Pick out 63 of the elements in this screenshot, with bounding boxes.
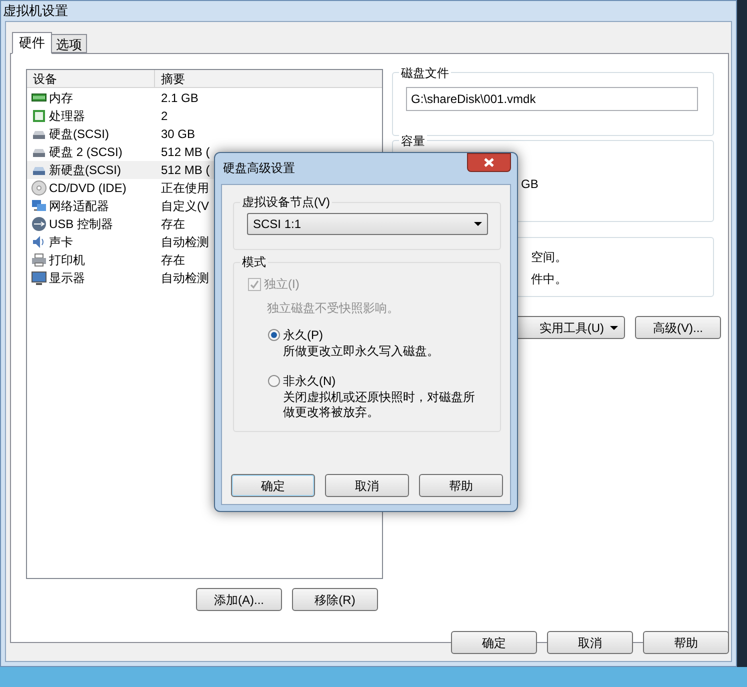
disk-file-field[interactable]: G:\shareDisk\001.vmdk	[406, 87, 698, 111]
add-button[interactable]: 添加(A)...	[196, 588, 282, 611]
device-name: 声卡	[49, 234, 73, 251]
processor-chip-icon	[31, 108, 47, 124]
independent-label: 独立(I)	[264, 276, 300, 293]
dialog-button[interactable]: 帮助	[643, 631, 729, 654]
device-name: 显示器	[49, 270, 85, 287]
dialog-button[interactable]: 帮助	[419, 474, 503, 497]
monitor-icon	[31, 270, 47, 286]
table-row[interactable]: 硬盘 2 (SCSI) 512 MB (	[27, 143, 382, 161]
dialog-title: 硬盘高级设置	[223, 160, 295, 177]
info-text: 空间。	[531, 249, 567, 266]
device-name: 新硬盘(SCSI)	[49, 162, 121, 179]
dialog-button[interactable]: 取消	[547, 631, 633, 654]
table-row[interactable]: 处理器 2	[27, 107, 382, 125]
device-name: 网络适配器	[49, 198, 109, 215]
dropdown-arrow-icon	[474, 222, 482, 226]
device-summary: 2.1 GB	[160, 90, 198, 107]
dialog-button[interactable]: 确定	[451, 631, 537, 654]
remove-button[interactable]: 移除(R)	[292, 588, 378, 611]
radio-button[interactable]	[268, 329, 280, 341]
device-name: 打印机	[49, 252, 85, 269]
dropdown-arrow-icon	[610, 326, 618, 330]
network-computers-icon	[31, 198, 47, 214]
table-row[interactable]: 内存 2.1 GB	[27, 89, 382, 107]
device-name: 硬盘(SCSI)	[49, 126, 109, 143]
column-header[interactable]: 摘要	[155, 70, 382, 87]
dialog-button[interactable]: 取消	[325, 474, 409, 497]
close-button[interactable]	[467, 153, 511, 172]
device-name: 内存	[49, 90, 73, 107]
device-name: CD/DVD (IDE)	[49, 180, 126, 197]
group-title: 磁盘文件	[399, 64, 451, 82]
device-summary: 存在	[160, 252, 185, 269]
device-summary: 自动检测	[160, 270, 209, 287]
window-title: 虚拟机设置	[3, 2, 68, 20]
tab[interactable]: 选项	[52, 34, 87, 53]
capacity-unit: GB	[521, 176, 538, 193]
tab[interactable]: 硬件	[12, 32, 52, 54]
device-summary: 正在使用	[160, 180, 209, 197]
printer-icon	[31, 252, 47, 268]
device-node-dropdown[interactable]: SCSI 1:1	[247, 213, 488, 235]
device-name: USB 控制器	[49, 216, 114, 233]
column-header[interactable]: 设备	[27, 70, 155, 87]
group-title: 虚拟设备节点(V)	[240, 193, 332, 211]
advanced-button[interactable]: 高级(V)...	[635, 316, 721, 339]
radio-label: 非永久(N)	[283, 373, 336, 390]
disc-icon	[31, 180, 47, 196]
radio-button[interactable]	[268, 375, 280, 387]
device-name: 处理器	[49, 108, 85, 125]
info-text: 件中。	[531, 271, 567, 288]
device-summary: 自定义(V	[160, 198, 209, 215]
dialog-button[interactable]: 确定	[231, 474, 315, 497]
device-summary: 自动检测	[160, 234, 209, 251]
close-icon	[484, 158, 494, 167]
table-row[interactable]: 硬盘(SCSI) 30 GB	[27, 125, 382, 143]
device-name: 硬盘 2 (SCSI)	[49, 144, 122, 161]
device-summary: 512 MB (	[160, 162, 210, 179]
device-summary: 30 GB	[160, 126, 196, 143]
table-row[interactable]: 声卡 自动检测	[27, 233, 382, 251]
device-summary: 512 MB (	[160, 144, 210, 161]
device-summary: 存在	[160, 216, 185, 233]
radio-label: 永久(P)	[283, 327, 323, 344]
device-summary: 2	[160, 108, 168, 125]
